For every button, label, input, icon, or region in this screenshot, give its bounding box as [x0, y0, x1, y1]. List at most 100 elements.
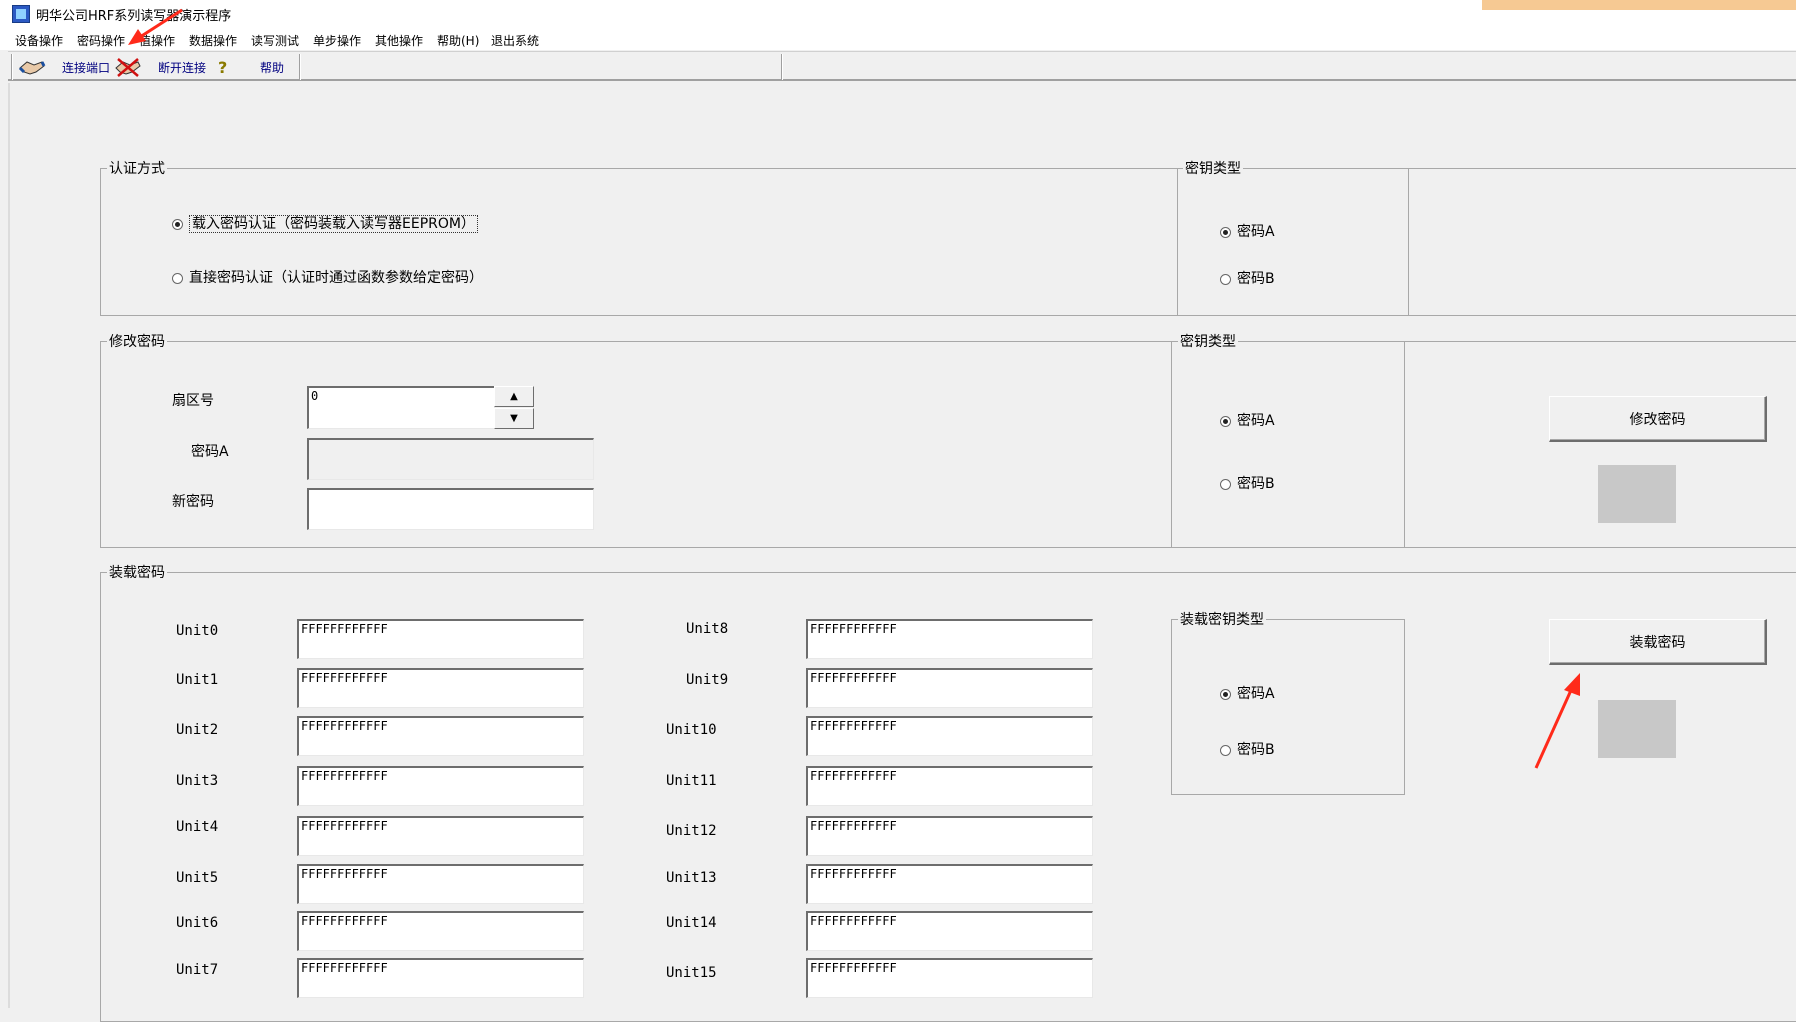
unit-label: Unit14	[666, 915, 717, 931]
sector-down-button[interactable]: ▼	[494, 408, 534, 429]
key-type-1-b-radio[interactable]: 密码B	[1220, 268, 1275, 288]
load-pwd-button[interactable]: 装载密码	[1549, 619, 1767, 665]
unit-input[interactable]: FFFFFFFFFFFF	[297, 864, 584, 904]
unit-input[interactable]: FFFFFFFFFFFF	[297, 619, 584, 659]
unit-input[interactable]: FFFFFFFFFFFF	[297, 668, 584, 708]
menu-bar: 设备操作 密码操作 值操作 数据操作 读写测试 单步操作 其他操作 帮助(H) …	[0, 28, 1796, 50]
unit-input[interactable]: FFFFFFFFFFFF	[297, 958, 584, 998]
new-pwd-input[interactable]	[307, 488, 594, 530]
unit-label: Unit3	[176, 773, 219, 789]
app-icon	[12, 5, 30, 23]
unit-label: Unit9	[686, 672, 729, 688]
load-pwd-status-indicator	[1598, 700, 1676, 758]
unit-label: Unit11	[666, 773, 717, 789]
unit-input[interactable]: FFFFFFFFFFFF	[806, 766, 1093, 806]
arrow-down-icon: ▼	[510, 413, 518, 424]
unit-label: Unit0	[176, 623, 219, 639]
handshake-icon	[18, 61, 46, 75]
unit-input[interactable]: FFFFFFFFFFFF	[297, 716, 584, 756]
sector-input[interactable]: 0	[307, 386, 495, 429]
load-key-b-radio[interactable]: 密码B	[1220, 739, 1275, 759]
unit-label: Unit13	[666, 870, 717, 886]
key-type-group-2	[1171, 341, 1405, 548]
change-pwd-status-indicator	[1598, 465, 1676, 523]
pwd-a-input[interactable]	[307, 438, 594, 480]
unit-label: Unit5	[176, 870, 219, 886]
menu-data[interactable]: 数据操作	[189, 32, 237, 49]
menu-exit[interactable]: 退出系统	[491, 32, 539, 49]
unit-label: Unit8	[686, 621, 729, 637]
key-type-2-b-radio[interactable]: 密码B	[1220, 473, 1275, 493]
toolbar-separator	[299, 54, 301, 80]
auth-load-radio[interactable]: 载入密码认证（密码装载入读写器EEPROM）	[172, 213, 478, 233]
menu-step[interactable]: 单步操作	[313, 32, 361, 49]
radio-selected-icon	[1220, 415, 1231, 427]
key-type-2-a-radio[interactable]: 密码A	[1220, 410, 1275, 430]
radio-unselected-icon	[1220, 744, 1231, 756]
auth-direct-label: 直接密码认证（认证时通过函数参数给定密码）	[189, 270, 483, 286]
key-type-2-a-label: 密码A	[1237, 413, 1275, 429]
unit-label: Unit6	[176, 915, 219, 931]
disconnect-icon	[115, 58, 141, 77]
load-key-type-title: 装载密钥类型	[1178, 609, 1266, 629]
svg-text:?: ?	[218, 58, 227, 77]
unit-label: Unit12	[666, 823, 717, 839]
unit-input[interactable]: FFFFFFFFFFFF	[806, 864, 1093, 904]
key-type-group-1-title: 密钥类型	[1183, 158, 1243, 178]
key-type-2-b-label: 密码B	[1237, 476, 1275, 492]
change-pwd-button[interactable]: 修改密码	[1549, 396, 1767, 442]
load-key-a-label: 密码A	[1237, 686, 1275, 702]
radio-selected-icon	[1220, 226, 1231, 238]
load-pwd-group-title: 装载密码	[107, 562, 167, 582]
radio-unselected-icon	[1220, 273, 1231, 285]
help-button[interactable]: ? 帮助	[213, 52, 284, 80]
menu-password[interactable]: 密码操作	[77, 32, 125, 49]
unit-label: Unit7	[176, 962, 219, 978]
unit-label: Unit10	[666, 722, 717, 738]
disconnect-label: 断开连接	[158, 61, 207, 75]
change-pwd-group	[100, 341, 1172, 548]
key-type-1-a-label: 密码A	[1237, 224, 1275, 240]
pwd-a-label: 密码A	[191, 444, 229, 460]
arrow-up-icon: ▲	[510, 391, 518, 402]
menu-device[interactable]: 设备操作	[15, 32, 63, 49]
unit-input[interactable]: FFFFFFFFFFFF	[297, 911, 584, 951]
disconnect-button[interactable]: 断开连接	[112, 52, 208, 80]
unit-label: Unit1	[176, 672, 219, 688]
toolbar-separator	[11, 54, 13, 80]
sector-label: 扇区号	[172, 393, 214, 409]
radio-selected-icon	[172, 218, 183, 230]
auth-group	[100, 168, 1178, 316]
radio-unselected-icon	[172, 272, 183, 284]
title-bar: 明华公司HRF系列读写器演示程序	[0, 0, 1796, 28]
new-pwd-label: 新密码	[172, 494, 214, 510]
unit-input[interactable]: FFFFFFFFFFFF	[806, 619, 1093, 659]
unit-label: Unit2	[176, 722, 219, 738]
key-type-group-2-title: 密钥类型	[1178, 331, 1238, 351]
radio-unselected-icon	[1220, 478, 1231, 490]
auth-group-title: 认证方式	[107, 158, 167, 178]
unit-input[interactable]: FFFFFFFFFFFF	[297, 766, 584, 806]
annotation-arrow-icon	[1534, 673, 1580, 769]
unit-input[interactable]: FFFFFFFFFFFF	[806, 816, 1093, 856]
top-right-frame	[1409, 168, 1796, 316]
menu-rw-test[interactable]: 读写测试	[251, 32, 299, 49]
menu-help[interactable]: 帮助(H)	[437, 32, 479, 49]
load-key-a-radio[interactable]: 密码A	[1220, 683, 1275, 703]
background-window-strip	[1482, 0, 1796, 10]
auth-direct-radio[interactable]: 直接密码认证（认证时通过函数参数给定密码）	[172, 267, 483, 287]
unit-input[interactable]: FFFFFFFFFFFF	[806, 668, 1093, 708]
sector-up-button[interactable]: ▲	[494, 386, 534, 407]
annotation-arrow-icon	[128, 8, 183, 45]
unit-label: Unit15	[666, 965, 717, 981]
unit-input[interactable]: FFFFFFFFFFFF	[806, 716, 1093, 756]
menu-other[interactable]: 其他操作	[375, 32, 423, 49]
unit-input[interactable]: FFFFFFFFFFFF	[297, 816, 584, 856]
unit-input[interactable]: FFFFFFFFFFFF	[806, 911, 1093, 951]
load-key-type-group	[1171, 619, 1405, 795]
change-pwd-group-title: 修改密码	[107, 331, 167, 351]
connect-button[interactable]: 连接端口	[16, 52, 112, 80]
key-type-1-a-radio[interactable]: 密码A	[1220, 221, 1275, 241]
unit-input[interactable]: FFFFFFFFFFFF	[806, 958, 1093, 998]
radio-selected-icon	[1220, 688, 1231, 700]
